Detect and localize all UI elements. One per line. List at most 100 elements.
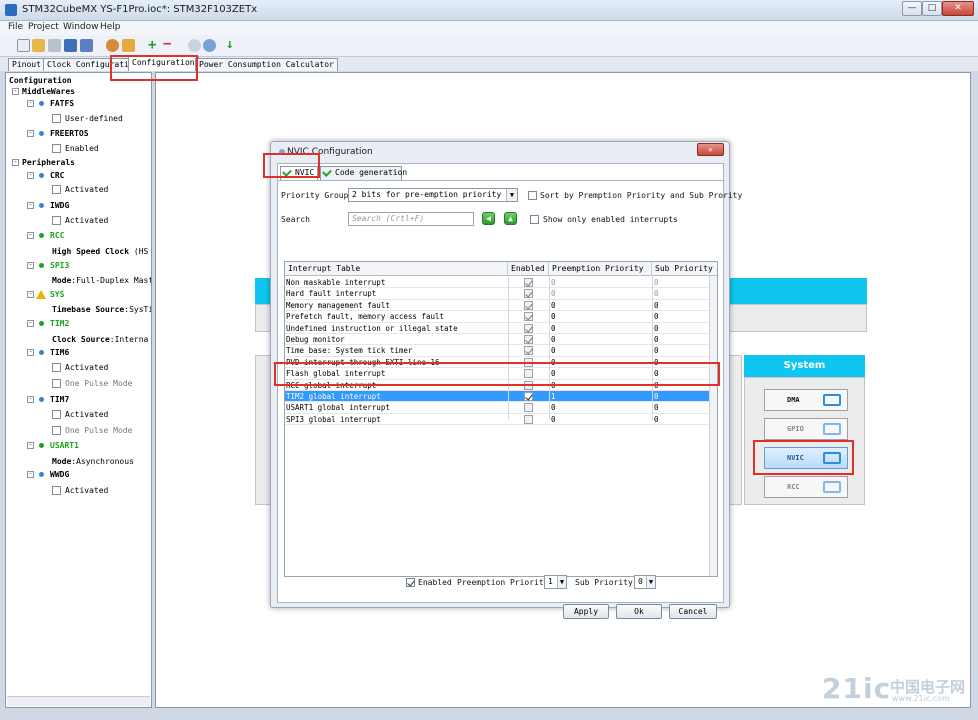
tree-sys[interactable]: SYS [50,290,64,299]
tree-middlewares[interactable]: MiddleWares [22,87,75,96]
enabled-checkbox[interactable] [524,335,533,344]
expander-icon[interactable]: - [12,88,19,95]
menu-file[interactable]: File [8,22,23,32]
fatfs-checkbox[interactable] [52,114,61,123]
search-input[interactable]: Search (Crtl+F) [348,212,474,226]
table-row[interactable]: Debug monitor 0 0 [285,334,711,346]
table-row[interactable]: SPI3 global interrupt 0 0 [285,414,711,426]
expander-icon[interactable]: - [27,442,34,449]
table-row[interactable]: Prefetch fault, memory access fault 0 0 [285,311,711,323]
table-row[interactable]: Memory management fault 0 0 [285,300,711,312]
tree-tim2[interactable]: TIM2 [50,319,69,328]
cancel-button[interactable]: Cancel [669,604,717,619]
col-preemption[interactable]: Preemption Priority [549,262,652,276]
wwdg-checkbox[interactable] [52,486,61,495]
tree-iwdg[interactable]: IWDG [50,201,69,210]
search-icon[interactable] [203,39,216,52]
tree-spi3[interactable]: SPI3 [50,261,69,270]
new-project-icon[interactable] [17,39,30,52]
expander-icon[interactable]: - [27,130,34,137]
search-prev-icon[interactable]: ◀ [482,212,495,225]
tim7-onepulse-checkbox[interactable] [52,426,61,435]
sort-checkbox[interactable] [528,191,537,200]
tree-rcc[interactable]: RCC [50,231,64,240]
tree-horizontal-scrollbar[interactable] [7,696,150,706]
tab-power-consumption[interactable]: Power Consumption Calculator [195,58,338,71]
table-row[interactable]: Hard fault interrupt 0 0 [285,288,711,300]
generate-report-icon[interactable] [106,39,119,52]
rcc-button[interactable]: RCC [764,476,848,498]
expander-icon[interactable]: - [27,396,34,403]
expander-icon[interactable]: - [27,291,34,298]
table-row[interactable]: Non maskable interrupt 0 0 [285,277,711,289]
open-folder-icon[interactable] [32,39,45,52]
save-icon[interactable] [64,39,77,52]
show-enabled-checkbox[interactable] [530,215,539,224]
window-close-button[interactable]: ✕ [942,1,974,16]
tab-pinout[interactable]: Pinout [8,58,45,71]
col-interrupt[interactable]: Interrupt Table [285,262,508,276]
col-enabled[interactable]: Enabled [508,262,549,276]
enabled-checkbox[interactable] [524,312,533,322]
expander-icon[interactable]: - [27,232,34,239]
enabled-checkbox[interactable] [524,403,533,413]
generate-code-icon[interactable] [122,39,135,52]
dialog-close-button[interactable]: ✕ [697,143,724,156]
table-row[interactable]: Undefined instruction or illegal state 0 0 [285,323,711,334]
tree-tim6[interactable]: TIM6 [50,348,69,357]
zoom-in-icon[interactable]: + [148,38,161,52]
tree-tim7[interactable]: TIM7 [50,395,69,404]
enabled-checkbox[interactable] [524,346,533,356]
table-row[interactable]: Time base: System tick timer 0 0 [285,345,711,357]
tim6-activated-checkbox[interactable] [52,363,61,372]
tree-fatfs[interactable]: FATFS [50,99,74,108]
enabled-checkbox[interactable] [524,323,533,333]
tab-code-generation[interactable]: Code generation [320,166,407,180]
col-sub-priority[interactable]: Sub Priority [652,262,717,276]
preemption-select[interactable]: 1 ▼ [544,575,567,589]
expander-icon[interactable]: - [27,320,34,327]
tree-freertos[interactable]: FREERTOS [50,129,89,138]
expander-icon[interactable]: - [27,262,34,269]
enabled-checkbox[interactable] [524,392,533,401]
menu-window[interactable]: Window [63,22,99,32]
tim7-activated-checkbox[interactable] [52,410,61,419]
tim6-onepulse-checkbox[interactable] [52,379,61,388]
tree-crc[interactable]: CRC [50,171,64,180]
save-as-icon[interactable] [80,39,93,52]
apply-button[interactable]: Apply [563,604,609,619]
enabled-checkbox[interactable] [524,414,533,424]
crc-checkbox[interactable] [52,185,61,194]
table-row[interactable]: USART1 global interrupt 0 0 [285,402,711,414]
table-vertical-scrollbar[interactable] [709,276,717,576]
dma-button[interactable]: DMA [764,389,848,411]
zoom-out-icon[interactable]: − [163,37,176,52]
expander-icon[interactable]: - [27,349,34,356]
tree-wwdg[interactable]: WWDG [50,470,69,479]
expander-icon[interactable]: - [27,172,34,179]
iwdg-checkbox[interactable] [52,216,61,225]
copy-icon[interactable] [48,39,61,52]
menu-project[interactable]: Project [28,22,59,32]
menu-help[interactable]: Help [100,22,121,32]
download-arrow-icon[interactable]: ↓ [226,38,239,52]
enabled-checkbox[interactable] [524,278,533,287]
expander-icon[interactable]: - [27,202,34,209]
table-row[interactable]: TIM2 global interrupt 1 0 [285,391,711,403]
fit-icon[interactable] [188,39,201,52]
tree-peripherals[interactable]: Peripherals [22,158,75,167]
tree-usart1[interactable]: USART1 [50,441,79,450]
gpio-button[interactable]: GPIO [764,418,848,440]
search-next-icon[interactable]: ▲ [504,212,517,225]
minimize-button[interactable]: — [902,1,922,16]
expander-icon[interactable]: - [12,159,19,166]
enabled-checkbox[interactable] [524,289,533,299]
expander-icon[interactable]: - [27,100,34,107]
bottom-enabled-checkbox[interactable] [406,578,415,587]
expander-icon[interactable]: - [27,471,34,478]
maximize-button[interactable]: □ [922,1,942,16]
freertos-checkbox[interactable] [52,144,61,153]
ok-button[interactable]: Ok [616,604,662,619]
priority-group-select[interactable]: 2 bits for pre-emption priority ... ▼ [348,188,518,202]
enabled-checkbox[interactable] [524,300,533,310]
